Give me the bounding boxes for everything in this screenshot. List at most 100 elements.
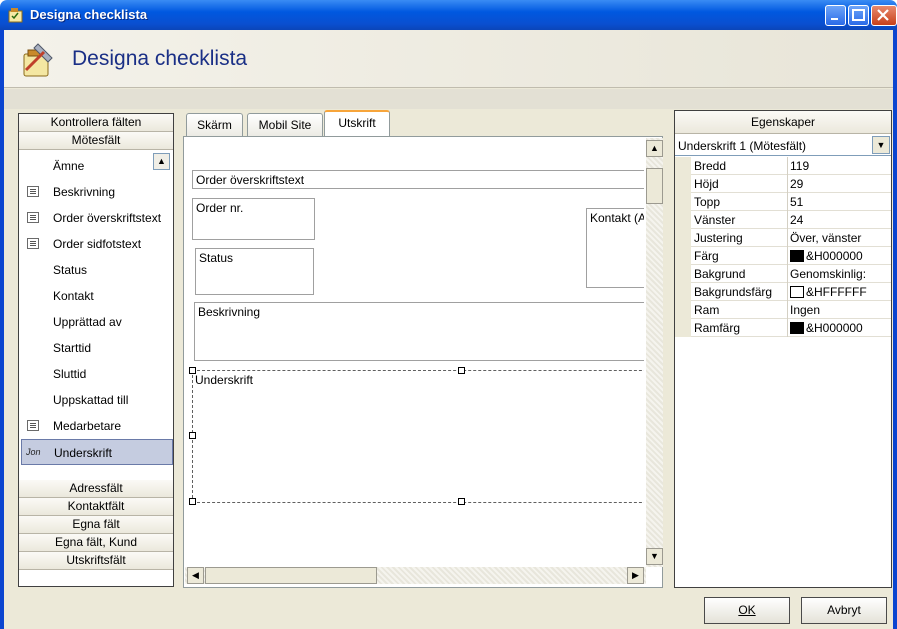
row-gutter <box>675 301 691 319</box>
close-button[interactable] <box>871 5 897 26</box>
horizontal-scroll-thumb[interactable] <box>205 567 377 584</box>
list-item-label: Order sidfotstext <box>53 237 142 251</box>
property-key: Bakgrund <box>694 267 746 281</box>
column-divider <box>787 301 788 319</box>
field-list: Ämne ▲ Beskrivning Order överskriftstext… <box>19 151 173 492</box>
list-item-beskrivning[interactable]: Beskrivning <box>19 179 173 205</box>
tab-utskrift[interactable]: Utskrift <box>324 110 390 137</box>
property-row-hojd[interactable]: Höjd 29 <box>675 175 891 193</box>
triangle-right-icon: ▶ <box>632 570 639 580</box>
scroll-left-button[interactable]: ◀ <box>187 567 204 584</box>
row-gutter <box>675 193 691 211</box>
resize-handle-bottom-left[interactable] <box>189 498 196 505</box>
property-value[interactable]: Över, vänster <box>790 231 890 245</box>
page-header: Designa checklista <box>4 30 893 88</box>
resize-handle-bottom[interactable] <box>458 498 465 505</box>
design-canvas[interactable]: Order överskriftstext Order nr. Kontakt … <box>185 138 644 567</box>
list-item-label: Underskrift <box>54 446 113 460</box>
column-divider <box>787 211 788 229</box>
minimize-button[interactable] <box>825 5 846 26</box>
list-item-kontakt[interactable]: Kontakt <box>19 283 173 309</box>
property-row-vanster[interactable]: Vänster 24 <box>675 211 891 229</box>
field-order-nr[interactable]: Order nr. <box>192 198 315 240</box>
section-kontaktfalt[interactable]: Kontaktfält <box>19 498 173 516</box>
property-value-color[interactable]: &H000000 <box>790 249 890 263</box>
list-item-amne[interactable]: Ämne ▲ <box>19 153 173 179</box>
property-value[interactable]: 119 <box>790 159 890 173</box>
list-item-underskrift[interactable]: Jon Underskrift <box>21 439 173 465</box>
triangle-left-icon: ◀ <box>192 570 199 580</box>
property-value[interactable]: 51 <box>790 195 890 209</box>
resize-handle-top[interactable] <box>458 367 465 374</box>
color-swatch <box>790 322 804 334</box>
property-row-ram[interactable]: Ram Ingen <box>675 301 891 319</box>
column-divider <box>787 229 788 247</box>
field-beskrivning[interactable]: Beskrivning <box>194 302 644 361</box>
resize-handle-top-left[interactable] <box>189 367 196 374</box>
design-tools-icon <box>23 43 53 77</box>
property-value[interactable]: Ingen <box>790 303 890 317</box>
scroll-up-button[interactable]: ▲ <box>153 153 170 170</box>
list-item-medarbetare[interactable]: Medarbetare <box>19 413 173 439</box>
list-item-order-overskriftstext[interactable]: Order överskriftstext <box>19 205 173 231</box>
checklist-app-icon <box>8 8 23 23</box>
property-value[interactable]: 29 <box>790 177 890 191</box>
section-egna-falt[interactable]: Egna fält <box>19 516 173 534</box>
field-underskrift-selected[interactable] <box>192 370 644 503</box>
property-row-topp[interactable]: Topp 51 <box>675 193 891 211</box>
properties-panel: Egenskaper Underskrift 1 (Mötesfält) ▼ B… <box>674 110 892 588</box>
list-item-label: Upprättad av <box>53 315 122 329</box>
triangle-up-icon: ▲ <box>157 156 166 166</box>
field-status[interactable]: Status <box>195 248 314 295</box>
ok-button[interactable]: OK <box>704 597 790 624</box>
property-value[interactable]: 24 <box>790 213 890 227</box>
list-item-sluttid[interactable]: Sluttid <box>19 361 173 387</box>
section-utskriftsfalt[interactable]: Utskriftsfält <box>19 552 173 570</box>
tab-mobil-site[interactable]: Mobil Site <box>247 113 323 136</box>
property-row-bakgrund[interactable]: Bakgrund Genomskinlig: <box>675 265 891 283</box>
property-row-bredd[interactable]: Bredd 119 <box>675 157 891 175</box>
property-key: Bakgrundsfärg <box>694 285 773 299</box>
property-value-color[interactable]: &HFFFFFF <box>790 285 890 299</box>
property-row-farg[interactable]: Färg &H000000 <box>675 247 891 265</box>
field-order-header[interactable]: Order överskriftstext <box>192 170 644 189</box>
text-field-icon <box>27 186 39 197</box>
list-item-order-sidfotstext[interactable]: Order sidfotstext <box>19 231 173 257</box>
vertical-scroll-thumb[interactable] <box>646 168 663 204</box>
tab-skarm[interactable]: Skärm <box>186 113 243 136</box>
color-value: &H000000 <box>806 249 863 263</box>
property-key: Topp <box>694 195 721 209</box>
property-row-justering[interactable]: Justering Över, vänster <box>675 229 891 247</box>
list-item-starttid[interactable]: Starttid <box>19 335 173 361</box>
column-divider <box>787 157 788 175</box>
color-swatch <box>790 250 804 262</box>
section-kontrollera-falten[interactable]: Kontrollera fälten <box>19 114 173 132</box>
property-key: Bredd <box>694 159 727 173</box>
list-item-label: Status <box>53 263 88 277</box>
property-value[interactable]: Genomskinlig: <box>790 267 890 281</box>
horizontal-scrollbar[interactable]: ◀ ▶ <box>185 567 646 584</box>
section-motesfalt[interactable]: Mötesfält <box>19 132 173 150</box>
window-title: Designa checklista <box>30 7 148 22</box>
section-egna-falt-kund[interactable]: Egna fält, Kund <box>19 534 173 552</box>
property-row-bakgrundsfarg[interactable]: Bakgrundsfärg &HFFFFFF <box>675 283 891 301</box>
dropdown-button[interactable]: ▼ <box>872 136 890 154</box>
scroll-up-button[interactable]: ▲ <box>646 140 663 157</box>
object-select[interactable]: Underskrift 1 (Mötesfält) ▼ <box>675 135 891 156</box>
maximize-button[interactable] <box>848 5 869 26</box>
scroll-down-button[interactable]: ▼ <box>646 548 663 565</box>
list-item-label: Beskrivning <box>53 185 116 199</box>
scroll-right-button[interactable]: ▶ <box>627 567 644 584</box>
vertical-scrollbar[interactable]: ▲ ▼ <box>646 138 663 567</box>
list-item-status[interactable]: Status <box>19 257 173 283</box>
text-field-icon <box>27 212 39 223</box>
list-item-uppskattad-till[interactable]: Uppskattad till <box>19 387 173 413</box>
resize-handle-left[interactable] <box>189 432 196 439</box>
property-value-color[interactable]: &H000000 <box>790 321 890 335</box>
list-item-upprattad-av[interactable]: Upprättad av <box>19 309 173 335</box>
section-adressfalt[interactable]: Adressfält <box>19 480 173 498</box>
field-kontakt[interactable]: Kontakt (A <box>586 208 644 288</box>
minimize-icon <box>831 18 838 20</box>
property-row-ramfarg[interactable]: Ramfärg &H000000 <box>675 319 891 337</box>
cancel-button[interactable]: Avbryt <box>801 597 887 624</box>
